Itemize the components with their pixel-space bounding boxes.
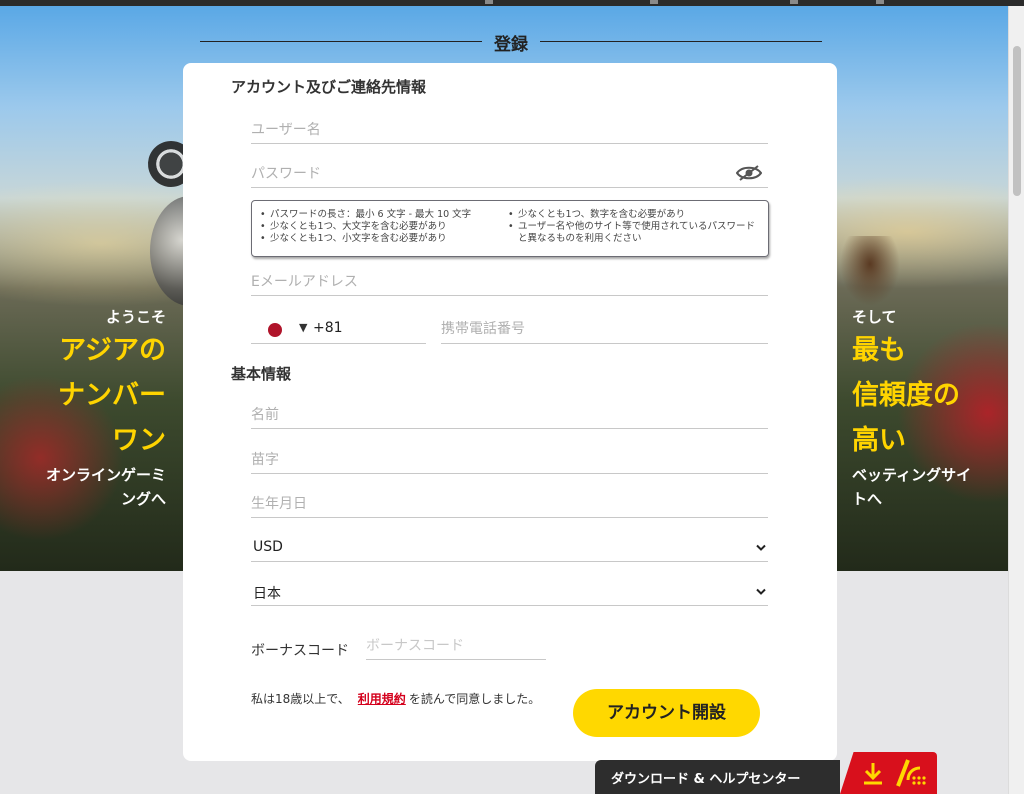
username-field[interactable]: ユーザー名 bbox=[251, 114, 768, 144]
date-of-birth-placeholder: 生年月日 bbox=[251, 496, 307, 512]
help-center-bar[interactable]: ダウンロード & ヘルプセンター bbox=[595, 760, 840, 794]
japan-flag-icon bbox=[268, 323, 282, 337]
bonus-code-label: ボーナスコード bbox=[251, 643, 349, 659]
chevron-down-icon bbox=[756, 588, 766, 595]
page-title: 登録 bbox=[494, 35, 528, 55]
promo-right: そして 最も 信頼度の 高い ベッティングサイトへ bbox=[852, 306, 982, 511]
password-rule: 少なくとも1つ、数字を含む必要があり bbox=[508, 209, 760, 221]
promo-left-big-2: ナンバー bbox=[58, 380, 166, 411]
promo-right-big-2: 信頼度の bbox=[852, 380, 960, 411]
terms-link[interactable]: 利用規約 bbox=[358, 692, 406, 706]
last-name-field[interactable]: 苗字 bbox=[251, 444, 768, 474]
terms-text-after: を読んで同意しました。 bbox=[408, 692, 541, 706]
country-value: 日本 bbox=[253, 586, 281, 602]
help-center-label: ダウンロード & ヘルプセンター bbox=[611, 772, 801, 787]
username-placeholder: ユーザー名 bbox=[251, 122, 321, 138]
promo-right-big-3: 高い bbox=[852, 425, 906, 456]
open-account-button[interactable]: アカウント開設 bbox=[573, 689, 760, 737]
phone-country-select[interactable]: ▼ +81 bbox=[251, 313, 426, 344]
promo-left-small: ようこそ bbox=[105, 308, 166, 326]
password-field[interactable]: パスワード bbox=[251, 158, 768, 188]
first-name-placeholder: 名前 bbox=[251, 407, 279, 423]
registration-form: アカウント及びご連絡先情報 ユーザー名 パスワード パスワードの長さ：最小 6 … bbox=[183, 63, 837, 761]
password-rules-col2: 少なくとも1つ、数字を含む必要があり ユーザー名や他のサイト等で使用されているパ… bbox=[508, 209, 760, 245]
mobile-number-field[interactable]: 携帯電話番号 bbox=[441, 313, 768, 344]
toolbar-icon bbox=[790, 0, 798, 4]
horse-image bbox=[840, 236, 900, 306]
promo-right-small: そして bbox=[852, 308, 897, 326]
terms-text-before: 私は18歳以上で、 bbox=[251, 692, 350, 706]
promo-right-tail: ベッティングサイトへ bbox=[852, 466, 972, 508]
password-placeholder: パスワード bbox=[251, 166, 321, 182]
email-field[interactable]: Eメールアドレス bbox=[251, 266, 768, 296]
last-name-placeholder: 苗字 bbox=[251, 452, 279, 468]
chevron-down-icon bbox=[756, 544, 766, 551]
eye-slash-icon[interactable] bbox=[736, 164, 762, 182]
promo-left: ようこそ アジアの ナンバー ワン オンラインゲーミングへ bbox=[40, 306, 166, 511]
password-rule: パスワードの長さ：最小 6 文字 - 最大 10 文字 bbox=[260, 209, 500, 221]
password-rule: 少なくとも1つ、大文字を含む必要があり bbox=[260, 221, 500, 233]
country-select[interactable]: 日本 bbox=[251, 576, 768, 606]
toolbar-icon bbox=[485, 0, 493, 4]
page-title-row: 登録 bbox=[200, 28, 822, 55]
download-icon[interactable] bbox=[862, 761, 884, 785]
password-rule: 少なくとも1つ、小文字を含む必要があり bbox=[260, 233, 500, 245]
promo-left-big-1: アジアの bbox=[59, 335, 166, 366]
first-name-field[interactable]: 名前 bbox=[251, 399, 768, 429]
scrollbar-thumb[interactable] bbox=[1013, 46, 1021, 196]
promo-left-big-3: ワン bbox=[112, 425, 166, 456]
terms-agreement: 私は18歳以上で、 利用規約 を読んで同意しました。 bbox=[251, 690, 540, 707]
toolbar-icon bbox=[876, 0, 884, 4]
bonus-code-placeholder: ボーナスコード bbox=[366, 638, 464, 654]
date-of-birth-field[interactable]: 生年月日 bbox=[251, 488, 768, 518]
password-rules-col1: パスワードの長さ：最小 6 文字 - 最大 10 文字 少なくとも1つ、大文字を… bbox=[260, 209, 500, 245]
mobile-number-placeholder: 携帯電話番号 bbox=[441, 321, 525, 337]
promo-left-tail: オンラインゲーミングへ bbox=[45, 466, 166, 508]
toolbar-icon bbox=[650, 0, 658, 4]
phone-support-icon[interactable] bbox=[892, 758, 928, 788]
account-section-title: アカウント及びご連絡先情報 bbox=[231, 78, 427, 96]
password-rule: ユーザー名や他のサイト等で使用されているパスワードと異なるものを利用ください bbox=[508, 221, 760, 245]
currency-select[interactable]: USD bbox=[251, 532, 768, 562]
dropdown-arrow-icon: ▼ bbox=[299, 321, 308, 334]
vertical-scrollbar[interactable] bbox=[1008, 6, 1024, 794]
title-divider-right bbox=[540, 41, 822, 42]
help-center-icons[interactable] bbox=[840, 752, 937, 794]
currency-value: USD bbox=[253, 539, 283, 555]
basic-info-title: 基本情報 bbox=[231, 365, 292, 383]
phone-country-code: +81 bbox=[313, 320, 343, 336]
promo-right-big-1: 最も bbox=[852, 335, 906, 366]
bonus-code-input[interactable]: ボーナスコード bbox=[366, 633, 546, 660]
email-placeholder: Eメールアドレス bbox=[251, 274, 358, 290]
password-requirements: パスワードの長さ：最小 6 文字 - 最大 10 文字 少なくとも1つ、大文字を… bbox=[251, 200, 769, 257]
